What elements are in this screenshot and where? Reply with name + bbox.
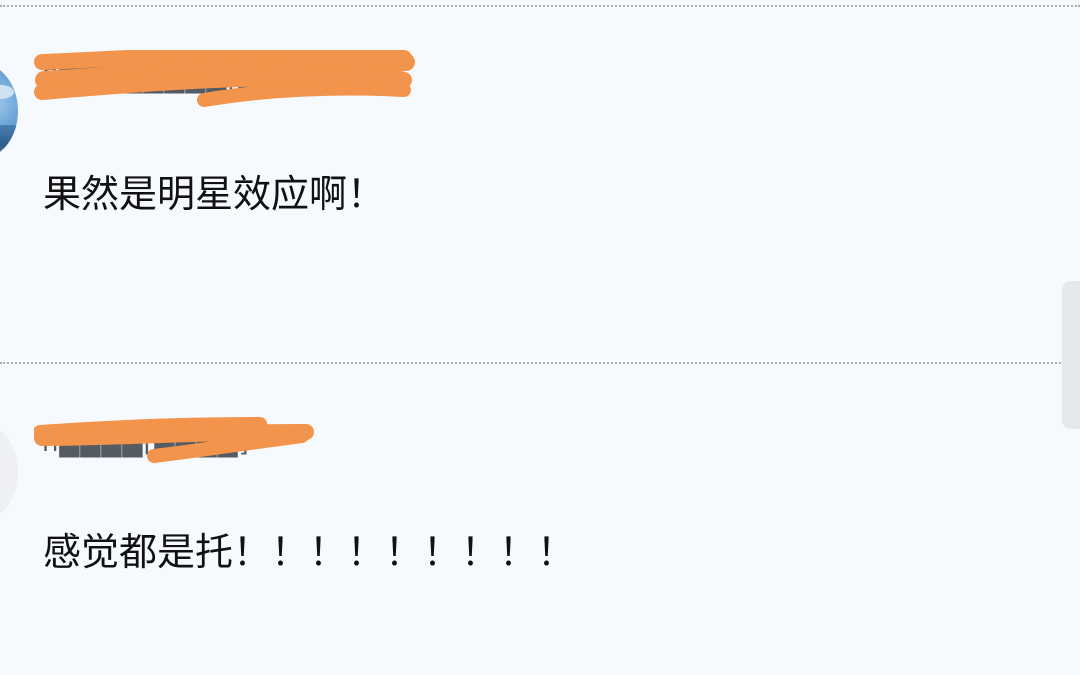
redaction-scribble (34, 50, 415, 107)
comment-text: 感觉都是托！！！！！！！！！ (43, 530, 576, 574)
default-user-icon[interactable] (0, 422, 18, 522)
comment-item[interactable]: h████[████] 感觉都是托！！！！！！！！！ (0, 364, 1060, 675)
comment-item[interactable]: S████████[████] 果然是明星效应啊！ (0, 0, 1060, 360)
username-link[interactable]: h████[████] (34, 417, 322, 463)
username-link[interactable]: S████████[████] (34, 50, 442, 107)
comment-list: S████████[████] 果然是明星效应啊！ h████[████] 感觉… (0, 0, 1080, 675)
scrollbar-thumb[interactable] (1062, 281, 1080, 429)
user-photo-icon[interactable] (0, 63, 18, 159)
comment-text: 果然是明星效应啊！ (43, 172, 386, 216)
redaction-scribble (34, 417, 314, 463)
